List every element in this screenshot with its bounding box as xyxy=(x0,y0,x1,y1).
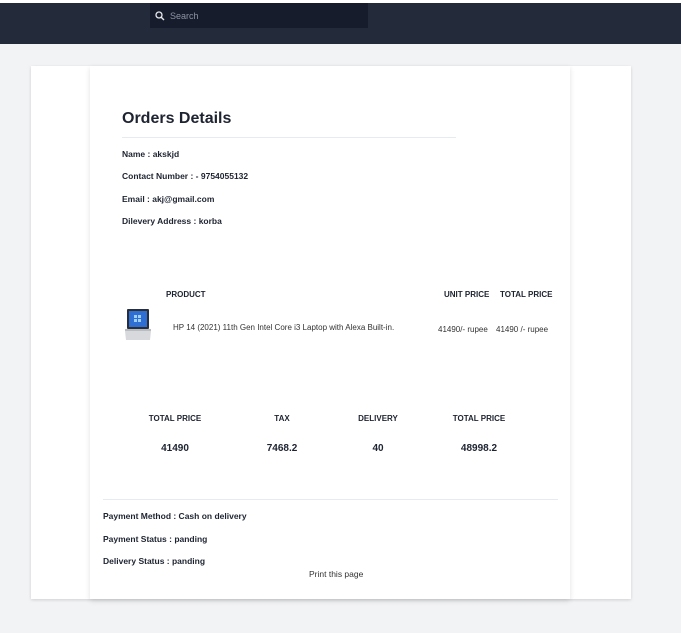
summary-tax-header: TAX xyxy=(274,414,290,423)
customer-email: Email : akj@gmail.com xyxy=(122,194,215,204)
summary-delivery-value: 40 xyxy=(372,443,384,454)
print-page-button[interactable]: Print this page xyxy=(309,569,363,579)
summary-tax-value: 7468.2 xyxy=(266,443,298,454)
product-unit-price: 41490/- rupee xyxy=(438,325,488,334)
search-bar[interactable] xyxy=(150,3,368,28)
title-divider xyxy=(122,137,456,138)
payment-status: Payment Status : panding xyxy=(103,534,208,544)
delivery-status: Delivery Status : panding xyxy=(103,556,206,566)
customer-contact: Contact Number : - 9754055132 xyxy=(122,171,249,181)
summary-total-price-value: 41490 xyxy=(161,443,189,454)
top-navbar xyxy=(0,0,681,44)
search-icon xyxy=(155,10,165,20)
laptop-icon xyxy=(125,309,151,340)
payment-method: Payment Method : Cash on delivery xyxy=(103,511,247,521)
product-header: PRODUCT xyxy=(166,290,206,299)
summary-grand-total-value: 48998.2 xyxy=(460,443,498,454)
customer-address: Dilevery Address : korba xyxy=(122,216,222,226)
product-name: HP 14 (2021) 11th Gen Intel Core i3 Lapt… xyxy=(173,323,395,332)
summary-total-price-header: TOTAL PRICE xyxy=(148,414,202,423)
summary-grand-total-header: TOTAL PRICE xyxy=(452,414,506,423)
product-total-price: 41490 /- rupee xyxy=(496,325,549,334)
total-price-header: TOTAL PRICE xyxy=(500,290,553,299)
search-input[interactable] xyxy=(170,10,360,21)
customer-name: Name : akskjd xyxy=(122,149,180,159)
summary-delivery-header: DELIVERY xyxy=(358,414,398,423)
page-title: Orders Details xyxy=(122,110,232,127)
summary-divider xyxy=(103,499,558,500)
unit-price-header: UNIT PRICE xyxy=(444,290,490,299)
